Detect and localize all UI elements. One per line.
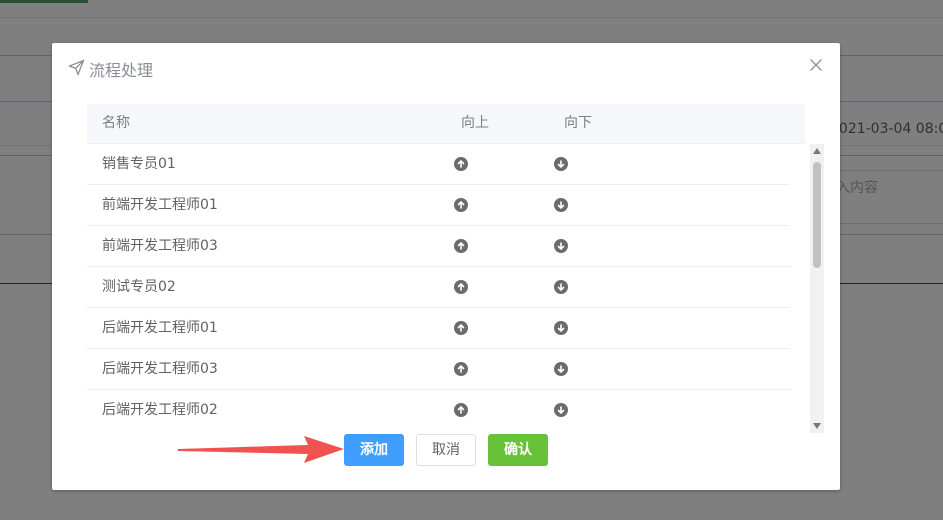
dialog-header: 流程处理 xyxy=(68,57,153,81)
row-name: 后端开发工程师03 xyxy=(102,361,218,377)
table-row: 销售专员01 xyxy=(87,144,790,185)
arrow-down-circle-icon[interactable] xyxy=(554,321,568,335)
arrow-up-circle-icon[interactable] xyxy=(454,157,468,171)
scroll-up-arrow-icon[interactable] xyxy=(813,148,821,154)
table-row: 后端开发工程师02 xyxy=(87,390,790,430)
column-header-down: 向下 xyxy=(564,115,592,131)
arrow-down-circle-icon[interactable] xyxy=(554,280,568,294)
column-header-name: 名称 xyxy=(102,115,130,131)
scroll-down-arrow-icon[interactable] xyxy=(813,423,821,429)
annotation-arrow-icon xyxy=(178,436,344,463)
arrow-up-circle-icon[interactable] xyxy=(454,321,468,335)
column-header-up: 向上 xyxy=(461,115,489,131)
add-button[interactable]: 添加 xyxy=(344,434,404,466)
table-row: 测试专员02 xyxy=(87,267,790,308)
arrow-down-circle-icon[interactable] xyxy=(554,239,568,253)
row-name: 后端开发工程师02 xyxy=(102,402,218,418)
arrow-up-circle-icon[interactable] xyxy=(454,362,468,376)
table-row: 后端开发工程师03 xyxy=(87,349,790,390)
process-dialog: 流程处理 名称 向上 向下 销售专员01 前端开发工程师01 前端开发工程师03… xyxy=(52,43,840,490)
confirm-button[interactable]: 确认 xyxy=(488,434,548,466)
arrow-down-circle-icon[interactable] xyxy=(554,362,568,376)
row-name: 销售专员01 xyxy=(102,156,176,172)
close-icon[interactable] xyxy=(808,57,824,73)
dialog-title: 流程处理 xyxy=(89,61,154,80)
table-body: 销售专员01 前端开发工程师01 前端开发工程师03 测试专员02 后端开发工程… xyxy=(87,144,790,430)
arrow-up-circle-icon[interactable] xyxy=(454,403,468,417)
send-icon xyxy=(68,59,85,80)
table-row: 前端开发工程师03 xyxy=(87,226,790,267)
row-name: 后端开发工程师01 xyxy=(102,320,218,336)
arrow-down-circle-icon[interactable] xyxy=(554,157,568,171)
table-row: 前端开发工程师01 xyxy=(87,185,790,226)
arrow-down-circle-icon[interactable] xyxy=(554,403,568,417)
arrow-down-circle-icon[interactable] xyxy=(554,198,568,212)
row-name: 前端开发工程师01 xyxy=(102,197,218,213)
table-scrollbar[interactable] xyxy=(810,144,824,433)
scroll-thumb[interactable] xyxy=(813,162,821,268)
table-header: 名称 向上 向下 xyxy=(87,104,805,144)
arrow-up-circle-icon[interactable] xyxy=(454,280,468,294)
cancel-button[interactable]: 取消 xyxy=(416,434,476,466)
row-name: 测试专员02 xyxy=(102,279,176,295)
table-row: 后端开发工程师01 xyxy=(87,308,790,349)
row-name: 前端开发工程师03 xyxy=(102,238,218,254)
arrow-up-circle-icon[interactable] xyxy=(454,239,468,253)
arrow-up-circle-icon[interactable] xyxy=(454,198,468,212)
